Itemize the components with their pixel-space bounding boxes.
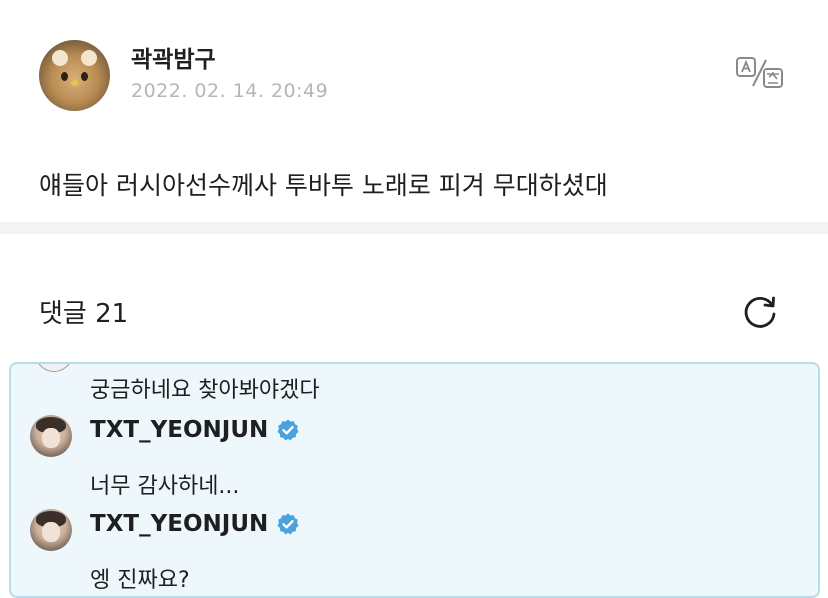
reply-avatar[interactable] bbox=[30, 509, 72, 551]
avatar-ear-left bbox=[52, 50, 68, 66]
reply-text: 너무 감사하네... bbox=[90, 474, 240, 499]
comment-avatar-partial bbox=[35, 364, 73, 372]
avatar-face bbox=[42, 428, 60, 448]
section-divider bbox=[0, 222, 828, 234]
reply-username[interactable]: TXT_YEONJUN bbox=[90, 417, 300, 443]
author-name[interactable]: 곽곽밤구 bbox=[131, 40, 216, 74]
avatar-eye-right bbox=[81, 72, 88, 81]
avatar-face bbox=[42, 522, 60, 542]
comments-count-header: 댓글 21 bbox=[39, 299, 129, 329]
reply-avatar[interactable] bbox=[30, 415, 72, 457]
reply-username-text[interactable]: TXT_YEONJUN bbox=[90, 511, 268, 537]
verified-badge-icon bbox=[277, 513, 299, 535]
translate-icon[interactable] bbox=[736, 57, 784, 89]
avatar-eye-left bbox=[61, 72, 68, 81]
avatar-ear-right bbox=[81, 50, 97, 66]
comment-thread-highlight: 궁금하네요 찾아봐야겠다 TXT_YEONJUN 너무 감사하네... TXT_… bbox=[9, 362, 820, 598]
post-date: 2022. 02. 14. 20:49 bbox=[131, 80, 329, 102]
reply-username-text[interactable]: TXT_YEONJUN bbox=[90, 417, 268, 443]
verified-badge-icon bbox=[277, 419, 299, 441]
author-avatar[interactable] bbox=[39, 40, 110, 111]
reply-username[interactable]: TXT_YEONJUN bbox=[90, 511, 300, 537]
refresh-icon[interactable] bbox=[740, 292, 780, 332]
reply-text: 엥 진짜요? bbox=[90, 568, 190, 593]
post-content: 얘들아 러시아선수께사 투바투 노래로 피겨 무대하셨대 bbox=[39, 171, 608, 200]
avatar-nose bbox=[71, 80, 79, 86]
comment-text: 궁금하네요 찾아봐야겠다 bbox=[90, 378, 320, 403]
